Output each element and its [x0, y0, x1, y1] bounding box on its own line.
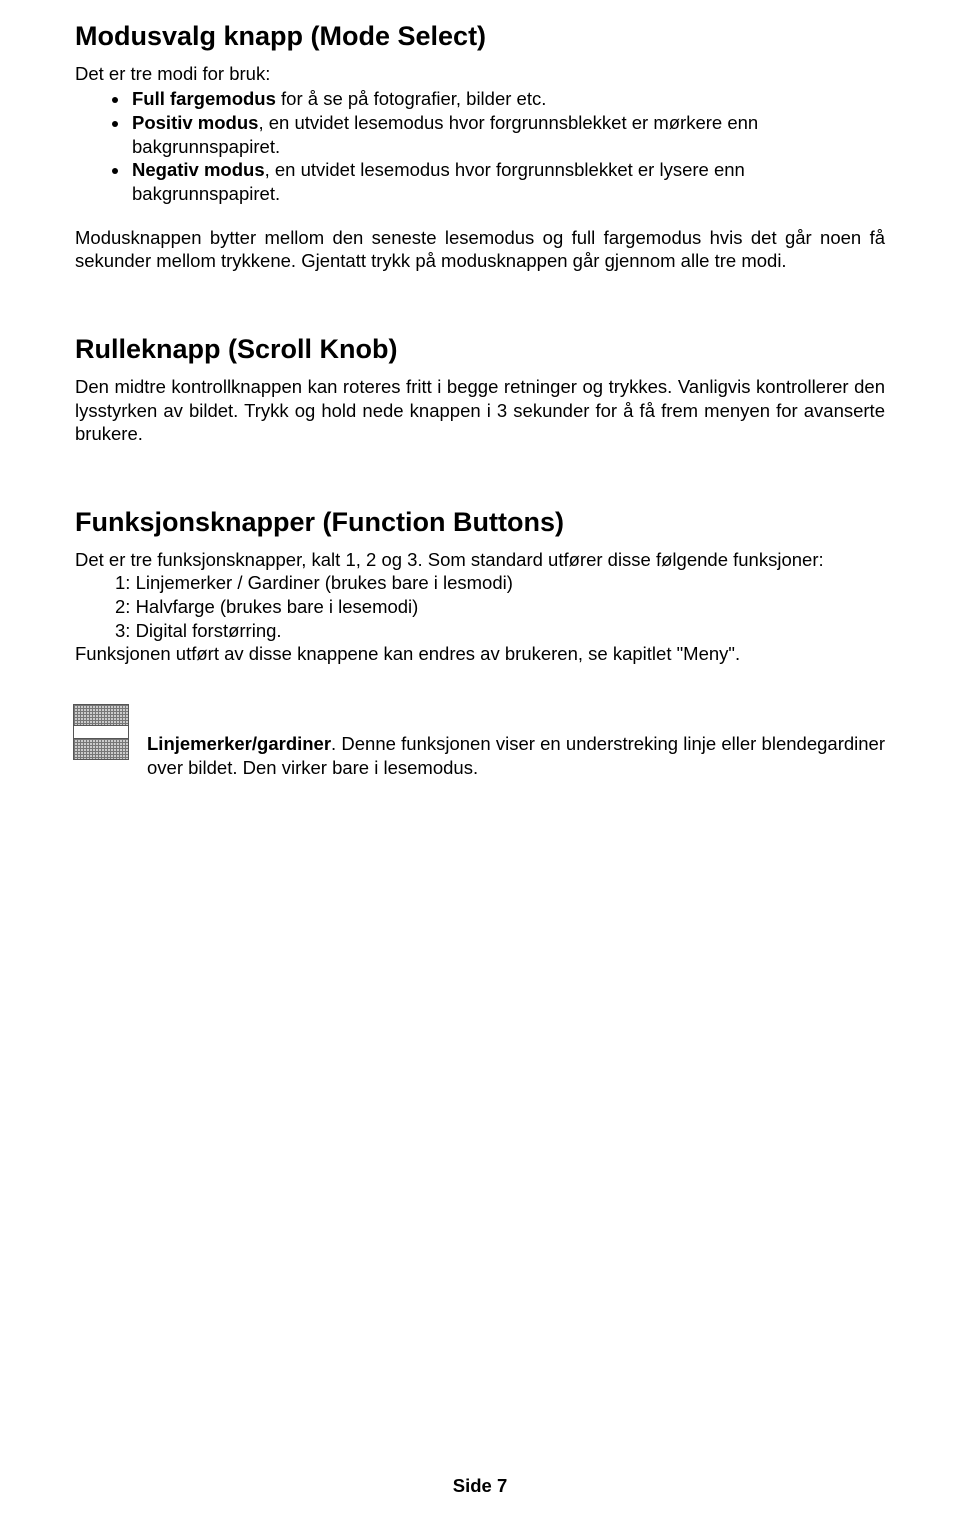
- bold-term: Linjemerker/gardiner: [147, 733, 331, 754]
- item-rest: for å se på fotografier, bilder etc.: [276, 88, 546, 109]
- function-list: 1: Linjemerker / Gardiner (brukes bare i…: [75, 571, 885, 642]
- heading-rulleknapp: Rulleknapp (Scroll Knob): [75, 333, 885, 367]
- list-item: 2: Halvfarge (brukes bare i lesemodi): [113, 595, 885, 619]
- para-funksjon-closing: Funksjonen utført av disse knappene kan …: [75, 642, 885, 666]
- bold-term: Negativ modus: [132, 159, 265, 180]
- list-item: Positiv modus, en utvidet lesemodus hvor…: [130, 111, 885, 158]
- heading-funksjonsknapper: Funksjonsknapper (Function Buttons): [75, 506, 885, 540]
- list-item: Negativ modus, en utvidet lesemodus hvor…: [130, 158, 885, 205]
- para-modusknapp: Modusknappen bytter mellom den seneste l…: [75, 226, 885, 273]
- mode-list: Full fargemodus for å se på fotografier,…: [75, 87, 885, 205]
- linjemerker-row: Linjemerker/gardiner. Denne funksjonen v…: [75, 704, 885, 779]
- page-footer: Side 7: [0, 1475, 960, 1497]
- para-funksjonsintro: Det er tre funksjonsknapper, kalt 1, 2 o…: [75, 548, 885, 572]
- blinds-icon: [73, 704, 129, 760]
- list-item: 1: Linjemerker / Gardiner (brukes bare i…: [113, 571, 885, 595]
- linjemerker-text: Linjemerker/gardiner. Denne funksjonen v…: [147, 704, 885, 779]
- bold-term: Positiv modus: [132, 112, 258, 133]
- list-item: 3: Digital forstørring.: [113, 619, 885, 643]
- heading-modusvalg: Modusvalg knapp (Mode Select): [75, 20, 885, 54]
- list-item: Full fargemodus for å se på fotografier,…: [130, 87, 885, 111]
- para-rulleknapp: Den midtre kontrollknappen kan roteres f…: [75, 375, 885, 446]
- intro-text: Det er tre modi for bruk:: [75, 62, 885, 86]
- bold-term: Full fargemodus: [132, 88, 276, 109]
